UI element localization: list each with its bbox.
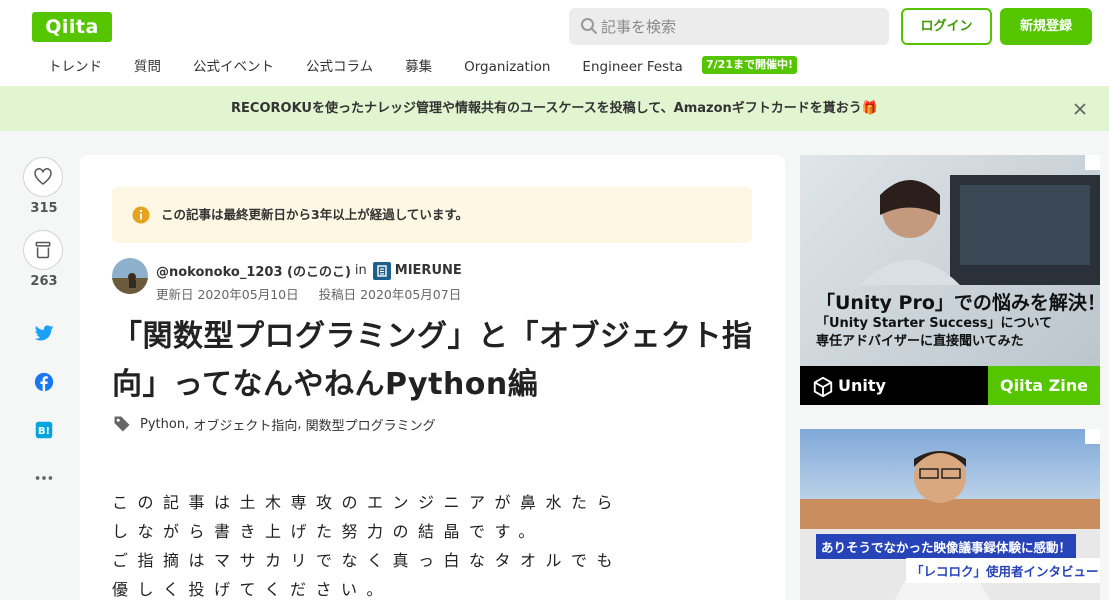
nav-questions[interactable]: 質問 — [118, 52, 177, 82]
body-line: しながら書き上げた努力の結晶です。 — [112, 522, 544, 541]
ad-subtext: 「Unity Starter Success」について — [816, 316, 1053, 331]
tag-python[interactable]: Python — [140, 417, 185, 432]
tag-oop[interactable]: オブジェクト指向 — [193, 415, 297, 434]
festa-badge: 7/21まで開催中! — [702, 56, 797, 74]
banner-text[interactable]: RECOROKUを使ったナレッジ管理や情報共有のユースケースを投稿して、Amaz… — [0, 86, 1109, 131]
search-box[interactable] — [569, 8, 889, 45]
ad-subtext: 専任アドバイザーに直接聞いてみた — [816, 334, 1024, 349]
body-line: 優しく投げてください。 — [112, 580, 393, 599]
article-actions: 315 263 B! — [23, 157, 65, 480]
tag-separator: , — [185, 416, 194, 432]
nav-organization[interactable]: Organization — [448, 52, 566, 82]
close-icon[interactable] — [1071, 100, 1089, 118]
stock-count: 263 — [30, 274, 58, 289]
hatena-bookmark-icon[interactable]: B! — [33, 419, 55, 441]
ad-footer: Unity Qiita Zine — [800, 366, 1100, 405]
heart-icon — [34, 168, 52, 185]
ad-choices-icon[interactable] — [1085, 155, 1100, 170]
twitter-icon[interactable] — [33, 322, 55, 344]
unity-logo: Unity — [812, 366, 886, 405]
in-label: in — [354, 263, 367, 278]
tag-icon — [114, 416, 130, 432]
announcement-banner: RECOROKUを使ったナレッジ管理や情報共有のユースケースを投稿して、Amaz… — [0, 86, 1109, 131]
body-line: この記事は土木専攻のエンジニアが鼻水たら — [112, 493, 623, 512]
unity-icon — [813, 376, 833, 397]
author-line: @nokonoko_1203 (のこのこ) in MIERUNE — [156, 261, 462, 280]
info-icon — [132, 206, 150, 224]
stock-icon — [35, 241, 51, 259]
article-dates: 更新日 2020年05月10日 投稿日 2020年05月07日 — [156, 284, 477, 303]
ad-unity[interactable]: 「Unity Pro」での悩みを解決！ 「Unity Starter Succe… — [800, 155, 1100, 405]
search-input[interactable] — [601, 8, 881, 45]
article-title: 「関数型プログラミング」と「オブジェクト指向」ってなんやねんPython編 — [112, 319, 753, 402]
article-body: この記事は土木専攻のエンジニアが鼻水たら しながら書き上げた努力の結晶です。 ご… — [112, 488, 742, 600]
tag-list: Python, オブジェクト指向, 関数型プログラミング — [112, 413, 436, 435]
facebook-icon[interactable] — [33, 371, 55, 393]
nav-recruit[interactable]: 募集 — [389, 52, 448, 82]
login-button[interactable]: ログイン — [901, 8, 992, 45]
author-avatar[interactable] — [112, 258, 148, 294]
qiita-zine-logo: Qiita Zine — [988, 366, 1100, 405]
svg-text:B!: B! — [38, 426, 50, 437]
ad-headline: ありそうでなかった映像議事録体験に感動！ — [816, 534, 1077, 559]
qiita-logo[interactable]: Qiita — [32, 12, 112, 42]
organization-icon[interactable] — [372, 261, 391, 280]
avatar-image — [112, 258, 148, 294]
site-header: Qiita ログイン 新規登録 トレンド 質問 公式イベント 公式コラム 募集 … — [0, 0, 1109, 86]
outdated-notice: この記事は最終更新日から3年以上が経過しています。 — [112, 187, 752, 243]
nav-official-columns[interactable]: 公式コラム — [290, 52, 389, 82]
posted-date: 投稿日 2020年05月07日 — [318, 287, 462, 302]
nav-official-events[interactable]: 公式イベント — [177, 52, 290, 82]
ad-recoroku[interactable]: ありそうでなかった映像議事録体験に感動！ 「レコロク」使用者インタビュー — [800, 429, 1100, 600]
more-icon[interactable] — [33, 467, 55, 489]
search-icon — [581, 18, 597, 34]
unity-brand: Unity — [838, 376, 886, 395]
tag-functional[interactable]: 関数型プログラミング — [306, 415, 436, 434]
updated-date: 更新日 2020年05月10日 — [156, 287, 299, 302]
ad-subtext: 「レコロク」使用者インタビュー — [906, 558, 1100, 583]
nav-trend[interactable]: トレンド — [32, 52, 118, 82]
stock-button[interactable] — [23, 230, 63, 270]
ad-choices-icon[interactable] — [1085, 429, 1100, 444]
like-count: 315 — [30, 201, 58, 216]
ad-headline: 「Unity Pro」での悩みを解決！ — [816, 292, 1100, 314]
like-button[interactable] — [23, 157, 63, 197]
body-line: ご指摘はマサカリでなく真っ白なタオルでも — [112, 551, 623, 570]
author-name[interactable]: @nokonoko_1203 (のこのこ) — [156, 261, 351, 280]
article-card: この記事は最終更新日から3年以上が経過しています。 @nokonoko_1203… — [80, 155, 785, 600]
notice-text: この記事は最終更新日から3年以上が経過しています。 — [161, 207, 469, 222]
nav-engineer-festa[interactable]: Engineer Festa — [566, 52, 698, 82]
organization-name[interactable]: MIERUNE — [395, 263, 462, 278]
ad-photo — [860, 175, 1100, 285]
tag-separator: , — [297, 416, 306, 432]
signup-button[interactable]: 新規登録 — [1000, 8, 1092, 45]
main-nav: トレンド 質問 公式イベント 公式コラム 募集 Organization Eng… — [32, 52, 699, 82]
